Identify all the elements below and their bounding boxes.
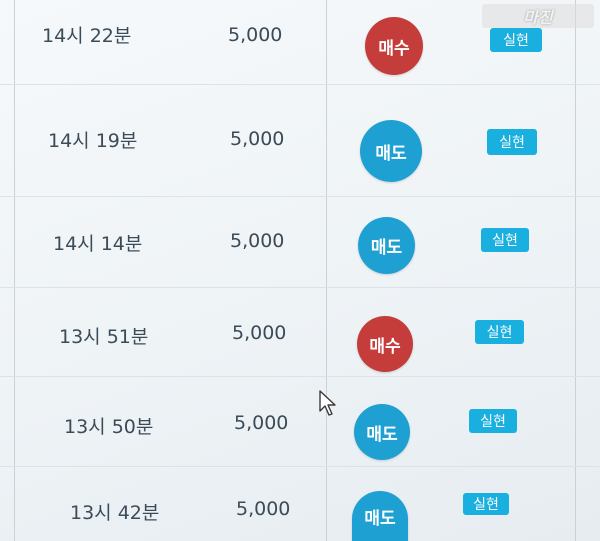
row-divider [0, 196, 600, 197]
row-divider [0, 466, 600, 467]
watermark-logo: 마진 [482, 4, 594, 28]
realize-button[interactable]: 실현 [481, 228, 529, 252]
realize-button[interactable]: 실현 [475, 320, 524, 344]
order-amount: 5,000 [234, 412, 289, 434]
column-divider [14, 0, 15, 541]
order-amount: 5,000 [230, 128, 285, 150]
realize-button[interactable]: 실현 [463, 493, 509, 515]
sell-badge: 매도 [360, 120, 422, 182]
order-amount: 5,000 [232, 322, 287, 344]
order-amount: 5,000 [228, 24, 283, 46]
order-time: 14시 14분 [53, 233, 143, 255]
sell-badge: 매도 [352, 491, 408, 541]
realize-button[interactable]: 실현 [487, 129, 537, 155]
buy-badge: 매수 [357, 316, 413, 372]
column-divider [326, 0, 327, 541]
column-divider [575, 0, 576, 541]
sell-badge: 매도 [354, 404, 410, 460]
row-divider [0, 84, 600, 85]
watermark-text: 마진 [523, 8, 553, 27]
realize-button[interactable]: 실현 [490, 28, 542, 52]
order-time: 13시 50분 [64, 416, 154, 438]
row-divider [0, 376, 600, 377]
order-time: 13시 51분 [59, 326, 149, 348]
realize-button[interactable]: 실현 [469, 409, 517, 433]
order-amount: 5,000 [236, 498, 291, 520]
order-time: 14시 19분 [48, 130, 138, 152]
buy-badge: 매수 [365, 17, 423, 75]
row-divider [0, 287, 600, 288]
order-time: 14시 22분 [42, 25, 132, 47]
order-amount: 5,000 [230, 230, 285, 252]
sell-badge: 매도 [358, 217, 415, 274]
order-time: 13시 42분 [70, 502, 160, 524]
mouse-cursor-icon [319, 390, 336, 416]
